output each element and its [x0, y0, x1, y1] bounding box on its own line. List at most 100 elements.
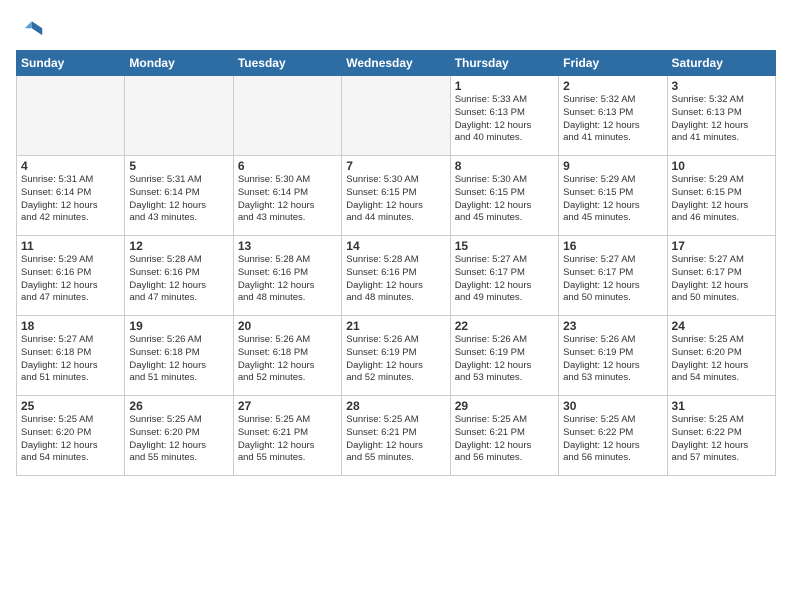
calendar-cell	[17, 76, 125, 156]
day-info: Sunrise: 5:25 AM Sunset: 6:20 PM Dayligh…	[21, 414, 120, 465]
weekday-header-sunday: Sunday	[17, 51, 125, 76]
day-number: 14	[346, 239, 445, 253]
calendar-cell: 24Sunrise: 5:25 AM Sunset: 6:20 PM Dayli…	[667, 316, 775, 396]
weekday-header-wednesday: Wednesday	[342, 51, 450, 76]
day-number: 16	[563, 239, 662, 253]
weekday-header-saturday: Saturday	[667, 51, 775, 76]
day-info: Sunrise: 5:26 AM Sunset: 6:19 PM Dayligh…	[455, 334, 554, 385]
day-number: 1	[455, 79, 554, 93]
day-number: 29	[455, 399, 554, 413]
calendar-cell: 15Sunrise: 5:27 AM Sunset: 6:17 PM Dayli…	[450, 236, 558, 316]
calendar-cell: 31Sunrise: 5:25 AM Sunset: 6:22 PM Dayli…	[667, 396, 775, 476]
calendar-cell: 26Sunrise: 5:25 AM Sunset: 6:20 PM Dayli…	[125, 396, 233, 476]
calendar-cell: 11Sunrise: 5:29 AM Sunset: 6:16 PM Dayli…	[17, 236, 125, 316]
week-row-4: 18Sunrise: 5:27 AM Sunset: 6:18 PM Dayli…	[17, 316, 776, 396]
day-info: Sunrise: 5:28 AM Sunset: 6:16 PM Dayligh…	[129, 254, 228, 305]
calendar-cell: 30Sunrise: 5:25 AM Sunset: 6:22 PM Dayli…	[559, 396, 667, 476]
calendar-cell: 17Sunrise: 5:27 AM Sunset: 6:17 PM Dayli…	[667, 236, 775, 316]
day-info: Sunrise: 5:26 AM Sunset: 6:18 PM Dayligh…	[238, 334, 337, 385]
day-info: Sunrise: 5:25 AM Sunset: 6:21 PM Dayligh…	[238, 414, 337, 465]
day-number: 13	[238, 239, 337, 253]
calendar-cell: 14Sunrise: 5:28 AM Sunset: 6:16 PM Dayli…	[342, 236, 450, 316]
calendar-cell: 27Sunrise: 5:25 AM Sunset: 6:21 PM Dayli…	[233, 396, 341, 476]
day-info: Sunrise: 5:25 AM Sunset: 6:21 PM Dayligh…	[346, 414, 445, 465]
day-info: Sunrise: 5:26 AM Sunset: 6:18 PM Dayligh…	[129, 334, 228, 385]
calendar-cell: 2Sunrise: 5:32 AM Sunset: 6:13 PM Daylig…	[559, 76, 667, 156]
weekday-header-monday: Monday	[125, 51, 233, 76]
day-info: Sunrise: 5:30 AM Sunset: 6:14 PM Dayligh…	[238, 174, 337, 225]
calendar-cell: 7Sunrise: 5:30 AM Sunset: 6:15 PM Daylig…	[342, 156, 450, 236]
day-number: 20	[238, 319, 337, 333]
calendar-cell: 21Sunrise: 5:26 AM Sunset: 6:19 PM Dayli…	[342, 316, 450, 396]
calendar-cell: 16Sunrise: 5:27 AM Sunset: 6:17 PM Dayli…	[559, 236, 667, 316]
day-info: Sunrise: 5:31 AM Sunset: 6:14 PM Dayligh…	[129, 174, 228, 225]
day-number: 27	[238, 399, 337, 413]
calendar-cell: 3Sunrise: 5:32 AM Sunset: 6:13 PM Daylig…	[667, 76, 775, 156]
weekday-header-friday: Friday	[559, 51, 667, 76]
weekday-header-row: SundayMondayTuesdayWednesdayThursdayFrid…	[17, 51, 776, 76]
day-number: 3	[672, 79, 771, 93]
calendar-cell: 1Sunrise: 5:33 AM Sunset: 6:13 PM Daylig…	[450, 76, 558, 156]
day-number: 4	[21, 159, 120, 173]
week-row-1: 1Sunrise: 5:33 AM Sunset: 6:13 PM Daylig…	[17, 76, 776, 156]
day-info: Sunrise: 5:30 AM Sunset: 6:15 PM Dayligh…	[346, 174, 445, 225]
day-number: 5	[129, 159, 228, 173]
day-number: 17	[672, 239, 771, 253]
calendar-cell	[342, 76, 450, 156]
day-info: Sunrise: 5:26 AM Sunset: 6:19 PM Dayligh…	[346, 334, 445, 385]
day-number: 8	[455, 159, 554, 173]
day-info: Sunrise: 5:29 AM Sunset: 6:16 PM Dayligh…	[21, 254, 120, 305]
calendar-cell: 12Sunrise: 5:28 AM Sunset: 6:16 PM Dayli…	[125, 236, 233, 316]
day-info: Sunrise: 5:29 AM Sunset: 6:15 PM Dayligh…	[672, 174, 771, 225]
day-info: Sunrise: 5:28 AM Sunset: 6:16 PM Dayligh…	[346, 254, 445, 305]
calendar-cell: 22Sunrise: 5:26 AM Sunset: 6:19 PM Dayli…	[450, 316, 558, 396]
day-info: Sunrise: 5:30 AM Sunset: 6:15 PM Dayligh…	[455, 174, 554, 225]
day-number: 30	[563, 399, 662, 413]
calendar-cell: 29Sunrise: 5:25 AM Sunset: 6:21 PM Dayli…	[450, 396, 558, 476]
day-number: 26	[129, 399, 228, 413]
day-info: Sunrise: 5:26 AM Sunset: 6:19 PM Dayligh…	[563, 334, 662, 385]
day-number: 18	[21, 319, 120, 333]
day-info: Sunrise: 5:32 AM Sunset: 6:13 PM Dayligh…	[563, 94, 662, 145]
day-number: 12	[129, 239, 228, 253]
calendar-cell: 9Sunrise: 5:29 AM Sunset: 6:15 PM Daylig…	[559, 156, 667, 236]
calendar-cell: 28Sunrise: 5:25 AM Sunset: 6:21 PM Dayli…	[342, 396, 450, 476]
day-info: Sunrise: 5:25 AM Sunset: 6:20 PM Dayligh…	[672, 334, 771, 385]
calendar-cell: 8Sunrise: 5:30 AM Sunset: 6:15 PM Daylig…	[450, 156, 558, 236]
calendar-cell: 10Sunrise: 5:29 AM Sunset: 6:15 PM Dayli…	[667, 156, 775, 236]
week-row-3: 11Sunrise: 5:29 AM Sunset: 6:16 PM Dayli…	[17, 236, 776, 316]
day-info: Sunrise: 5:31 AM Sunset: 6:14 PM Dayligh…	[21, 174, 120, 225]
day-number: 31	[672, 399, 771, 413]
page-header	[16, 16, 776, 44]
calendar-cell: 23Sunrise: 5:26 AM Sunset: 6:19 PM Dayli…	[559, 316, 667, 396]
day-number: 7	[346, 159, 445, 173]
day-number: 11	[21, 239, 120, 253]
day-number: 6	[238, 159, 337, 173]
day-info: Sunrise: 5:27 AM Sunset: 6:18 PM Dayligh…	[21, 334, 120, 385]
day-info: Sunrise: 5:27 AM Sunset: 6:17 PM Dayligh…	[672, 254, 771, 305]
day-number: 24	[672, 319, 771, 333]
day-number: 19	[129, 319, 228, 333]
calendar-cell: 4Sunrise: 5:31 AM Sunset: 6:14 PM Daylig…	[17, 156, 125, 236]
calendar: SundayMondayTuesdayWednesdayThursdayFrid…	[16, 50, 776, 476]
day-info: Sunrise: 5:27 AM Sunset: 6:17 PM Dayligh…	[455, 254, 554, 305]
day-info: Sunrise: 5:25 AM Sunset: 6:21 PM Dayligh…	[455, 414, 554, 465]
weekday-header-thursday: Thursday	[450, 51, 558, 76]
day-number: 9	[563, 159, 662, 173]
calendar-cell: 5Sunrise: 5:31 AM Sunset: 6:14 PM Daylig…	[125, 156, 233, 236]
calendar-cell	[233, 76, 341, 156]
day-number: 10	[672, 159, 771, 173]
day-info: Sunrise: 5:25 AM Sunset: 6:22 PM Dayligh…	[672, 414, 771, 465]
calendar-cell	[125, 76, 233, 156]
day-number: 25	[21, 399, 120, 413]
week-row-2: 4Sunrise: 5:31 AM Sunset: 6:14 PM Daylig…	[17, 156, 776, 236]
day-number: 2	[563, 79, 662, 93]
day-info: Sunrise: 5:28 AM Sunset: 6:16 PM Dayligh…	[238, 254, 337, 305]
calendar-cell: 18Sunrise: 5:27 AM Sunset: 6:18 PM Dayli…	[17, 316, 125, 396]
day-info: Sunrise: 5:25 AM Sunset: 6:20 PM Dayligh…	[129, 414, 228, 465]
logo-icon	[16, 16, 44, 44]
weekday-header-tuesday: Tuesday	[233, 51, 341, 76]
day-number: 21	[346, 319, 445, 333]
day-number: 28	[346, 399, 445, 413]
calendar-cell: 19Sunrise: 5:26 AM Sunset: 6:18 PM Dayli…	[125, 316, 233, 396]
